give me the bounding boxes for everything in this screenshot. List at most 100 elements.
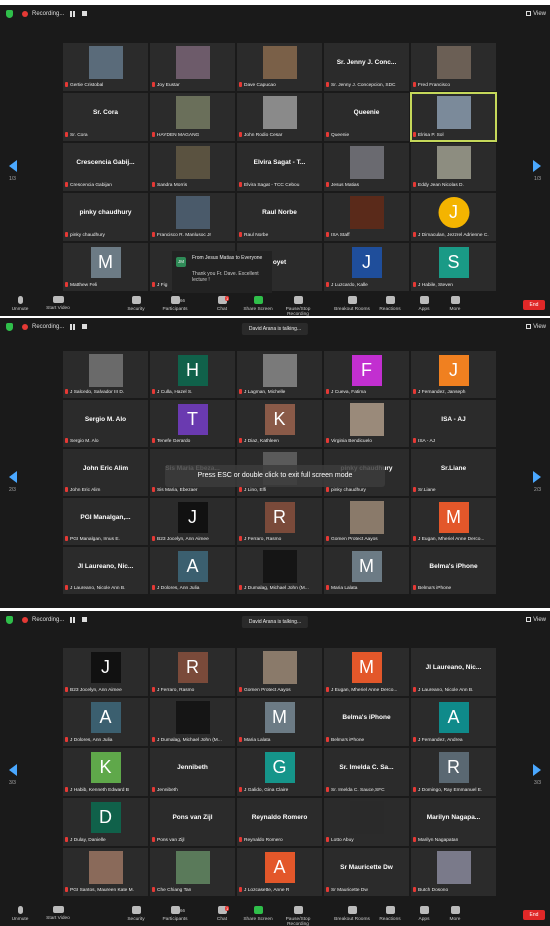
participant-tile[interactable]: M Matthew Feli — [63, 243, 148, 291]
participant-tile[interactable]: Sr Mauricette Dw Sr Mauricette Dw — [324, 848, 409, 896]
stop-recording-icon[interactable] — [82, 11, 87, 16]
participant-tile[interactable]: R J Ferraro, Rasmo — [237, 498, 322, 545]
participant-tile[interactable]: Elrisa P. Sol — [410, 92, 497, 142]
participant-tile[interactable]: A J Lozcasette, Anne R — [237, 848, 322, 896]
participant-tile[interactable]: A J Dolores, Ann Julia — [150, 547, 235, 594]
participant-tile[interactable]: Virginia Bendicuelo — [324, 400, 409, 447]
next-page-arrow-icon[interactable] — [533, 160, 541, 172]
breakout-rooms-button[interactable]: Breakout Rooms — [334, 296, 370, 312]
start-video-button[interactable]: Start Video — [40, 906, 76, 921]
participant-tile[interactable]: A J Fernandez, Andrea — [411, 698, 496, 746]
participant-tile[interactable]: J J Fernandez, Janseph — [411, 351, 496, 398]
participant-tile[interactable]: Queenie Queenie — [324, 93, 409, 141]
participant-tile[interactable]: Francisco R. Manlusoc Jr — [150, 193, 235, 241]
pause-recording-icon[interactable] — [70, 11, 75, 17]
breakout-rooms-button[interactable]: Breakout Rooms — [334, 906, 370, 922]
participant-tile[interactable]: ISA - AJ ISA - AJ — [411, 400, 496, 447]
security-shield-icon[interactable] — [6, 323, 13, 331]
participants-button[interactable]: Participants 66 — [157, 906, 193, 922]
pause-recording-button[interactable]: Pause/Stop Recording — [280, 906, 316, 926]
participant-tile[interactable]: F J Cueva, Fatima — [324, 351, 409, 398]
more-button[interactable]: More — [437, 906, 473, 922]
participant-tile[interactable]: Sr. Jenny J. Conc... Sr. Jenny J. Concepc… — [324, 43, 409, 91]
security-button[interactable]: Security — [118, 906, 154, 922]
participant-tile[interactable]: Reynaldo Romero Reynaldo Romero — [237, 798, 322, 846]
participant-tile[interactable]: R J Domingo, Ray Emmanuel E. — [411, 748, 496, 796]
participant-tile[interactable]: Sergio M. Alo Sergio M. Alo — [63, 400, 148, 447]
pause-recording-button[interactable]: Pause/Stop Recording — [280, 296, 316, 316]
participant-tile[interactable]: H J Culla, Hazel S. — [150, 351, 235, 398]
participant-tile[interactable]: Pons van Zijl Pons van Zijl — [150, 798, 235, 846]
participant-tile[interactable]: J J Dimaculan, Jezzrel Adrienne C. — [411, 193, 496, 241]
participant-tile[interactable]: Jennibeth Jennibeth — [150, 748, 235, 796]
participant-tile[interactable]: K J Habib, Kenneth Edward B — [63, 748, 148, 796]
pause-recording-icon[interactable] — [70, 324, 75, 330]
stop-recording-icon[interactable] — [82, 324, 87, 329]
participant-tile[interactable]: J B23 Jocelyn, Ann Aimee — [63, 648, 148, 696]
next-page-arrow-icon[interactable] — [533, 764, 541, 776]
participant-tile[interactable]: ISA Staff — [324, 193, 409, 241]
participant-tile[interactable]: Gertie Cristobal — [63, 43, 148, 91]
security-shield-icon[interactable] — [6, 10, 13, 18]
unmute-button[interactable]: Unmute — [2, 296, 38, 312]
unmute-button[interactable]: Unmute — [2, 906, 38, 922]
end-meeting-button[interactable]: End — [523, 910, 545, 920]
participant-tile[interactable]: Elvira Sagat - T... Elvira Sagat - TCC Ce… — [237, 143, 322, 191]
chat-button[interactable]: Chat 1 — [204, 906, 240, 922]
participant-tile[interactable]: Belma's iPhone Belma's iPhone — [324, 698, 409, 746]
participant-tile[interactable]: J Dumalag, Michael John (M... — [150, 698, 235, 746]
participant-tile[interactable]: J B23 Jocelyn, Ann Aimee — [150, 498, 235, 545]
stop-recording-icon[interactable] — [82, 617, 87, 622]
participant-tile[interactable]: Dave Capucao — [237, 43, 322, 91]
security-shield-icon[interactable] — [6, 616, 13, 624]
participant-tile[interactable]: Lotto Abuy — [324, 798, 409, 846]
participant-tile[interactable]: D J Dulay, Danielle — [63, 798, 148, 846]
participant-tile[interactable]: J Lagman, Michelle — [237, 351, 322, 398]
participant-tile[interactable]: J Salcedo, Salvador III D. — [63, 351, 148, 398]
participant-tile[interactable]: J Dumalag, Michael John (M... — [237, 547, 322, 594]
share-screen-button[interactable]: Share Screen — [240, 296, 276, 312]
share-screen-button[interactable]: Share Screen — [240, 906, 276, 922]
participant-tile[interactable]: Sandra Morris — [150, 143, 235, 191]
participant-tile[interactable]: Crescencia Gabij... Crescencia Gabijan — [63, 143, 148, 191]
participant-tile[interactable]: Eddy Jean Nicolas D. — [411, 143, 496, 191]
pause-recording-icon[interactable] — [70, 617, 75, 623]
participant-tile[interactable]: M J Eugan, Mheriel Anne Derco... — [411, 498, 496, 545]
participant-tile[interactable]: M Maria Lalata — [324, 547, 409, 594]
participant-tile[interactable]: Sr.Liane Sr.Liane — [411, 449, 496, 496]
reactions-button[interactable]: Reactions — [372, 906, 408, 922]
participant-tile[interactable]: Che Chiang Tan — [150, 848, 235, 896]
participant-tile[interactable]: pinky chaudhury pinky chaudhury — [63, 193, 148, 241]
participant-tile[interactable]: Butch Dosono — [411, 848, 496, 896]
participant-tile[interactable]: M J Eugan, Mheriel Anne Derco... — [324, 648, 409, 696]
participant-tile[interactable]: Marilyn Nagapa... Marilyn Nagapatan — [411, 798, 496, 846]
participant-tile[interactable]: Sr. Cora Sr. Cora — [63, 93, 148, 141]
previous-page-arrow-icon[interactable] — [9, 764, 17, 776]
participant-tile[interactable]: HAYDEN MAGANG — [150, 93, 235, 141]
participant-tile[interactable]: John Eric Alim John Eric Alim — [63, 449, 148, 496]
participant-tile[interactable]: J J Luzcardo, Kalle — [324, 243, 409, 291]
participant-tile[interactable]: PGI Santos, Maureen Kate M. — [63, 848, 148, 896]
reactions-button[interactable]: Reactions — [372, 296, 408, 312]
view-button[interactable]: View — [526, 11, 546, 17]
participants-button[interactable]: Participants 66 — [157, 296, 193, 312]
participant-tile[interactable]: G J Galido, Gina Claire — [237, 748, 322, 796]
participant-tile[interactable]: John Rodio Cesar — [237, 93, 322, 141]
previous-page-arrow-icon[interactable] — [9, 160, 17, 172]
participant-tile[interactable]: S J Habile, Steven — [411, 243, 496, 291]
start-video-button[interactable]: Start Video — [40, 296, 76, 311]
participant-tile[interactable]: Raul Norbe Raul Norbe — [237, 193, 322, 241]
participant-tile[interactable]: Joy Eustar — [150, 43, 235, 91]
next-page-arrow-icon[interactable] — [533, 471, 541, 483]
chat-button[interactable]: Chat 1 — [204, 296, 240, 312]
previous-page-arrow-icon[interactable] — [9, 471, 17, 483]
security-button[interactable]: Security — [118, 296, 154, 312]
participant-tile[interactable]: Gomen Protect Aayos — [324, 498, 409, 545]
participant-tile[interactable]: PGI Manalgan,... PGI Manalgan, Irnus E. — [63, 498, 148, 545]
participant-tile[interactable]: Belma's iPhone Belma's iPhone — [411, 547, 496, 594]
view-button[interactable]: View — [526, 324, 546, 330]
participant-tile[interactable]: Sr. Imelda C. Sa... Sr. Imelda C. Sauce,S… — [324, 748, 409, 796]
participant-tile[interactable]: K J Diaz, Kathleen — [237, 400, 322, 447]
participant-tile[interactable]: JI Laureano, Nic... J Laureano, Nicole An… — [63, 547, 148, 594]
participant-tile[interactable]: Jesus Matias — [324, 143, 409, 191]
